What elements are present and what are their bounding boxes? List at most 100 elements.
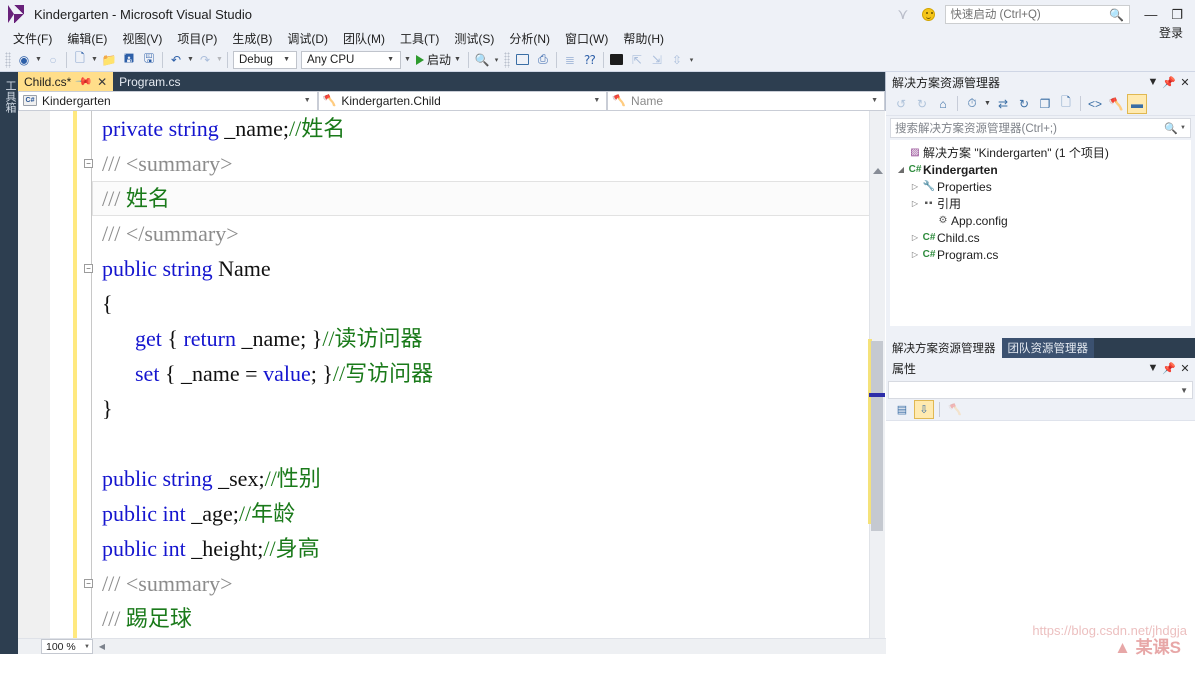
dock-tab-team-explorer[interactable]: 团队资源管理器 [1001, 338, 1094, 358]
tab-program-cs[interactable]: Program.cs [113, 72, 187, 91]
expander-icon[interactable]: ▷ [909, 250, 921, 259]
solution-tree[interactable]: ▨ 解决方案 "Kindergarten" (1 个项目) ◢ C# Kindergar… [890, 140, 1191, 326]
solution-platform-select[interactable]: Any CPU ▼ [301, 50, 401, 69]
step-into-icon[interactable] [513, 50, 533, 70]
solution-explorer-search-input[interactable]: 搜索解决方案资源管理器(Ctrl+;) 🔍 ▼ [890, 118, 1191, 138]
toolbox-strip[interactable]: 工具箱 [0, 72, 18, 654]
menu-item-window[interactable]: 窗口(W) [558, 28, 615, 49]
navbar-type-select[interactable]: 🪓 Kindergarten.Child ▼ [317, 90, 608, 111]
new-project-icon[interactable]: 🗋 [70, 50, 90, 70]
menu-item-project[interactable]: 项目(P) [170, 28, 224, 49]
tab-child-cs[interactable]: Child.cs* 📌 ✕ [18, 72, 114, 91]
sign-in-link[interactable]: 登录 [1159, 24, 1183, 41]
step-over-icon[interactable]: ⎙ [533, 50, 553, 70]
prev-bookmark-icon[interactable]: ⇱ [627, 50, 647, 70]
menu-item-file[interactable]: 文件(F) [6, 28, 59, 49]
save-icon[interactable]: 🖪 [119, 50, 139, 70]
fold-toggle-icon[interactable]: − [84, 579, 93, 588]
menu-item-build[interactable]: 生成(B) [225, 28, 279, 49]
scroll-up-icon[interactable] [873, 168, 883, 174]
overflow-icon[interactable]: ▾ [492, 50, 501, 70]
tree-item[interactable]: ▷ 🔧 Properties [891, 178, 1190, 195]
chevron-down-icon[interactable]: ▼ [1180, 125, 1186, 131]
indent-icon[interactable]: ≣ [560, 50, 580, 70]
categorized-view-icon[interactable]: ▤ [892, 400, 912, 419]
quick-launch-input[interactable]: 快速启动 (Ctrl+Q) 🔍 [945, 4, 1131, 24]
solution-configuration-select[interactable]: Debug ▼ [233, 50, 297, 69]
preview-selected-items-icon[interactable]: ▬ [1127, 93, 1147, 114]
tree-item[interactable]: ▨ 解决方案 "Kindergarten" (1 个项目) [891, 144, 1190, 161]
zoom-level-select[interactable]: 100 % ▼ [41, 639, 93, 654]
expander-icon[interactable]: ▷ [909, 233, 921, 242]
comment-icon[interactable]: ⁇ [580, 50, 600, 70]
toolbar-grip-2[interactable] [503, 51, 510, 68]
redo-dropdown-icon[interactable]: ▼ [215, 50, 224, 70]
panel-menu-icon[interactable]: ▼ [1145, 360, 1161, 376]
properties-page-icon[interactable]: 🪓 [945, 400, 965, 419]
chevron-down-icon[interactable]: ▼ [983, 94, 992, 114]
code-editor-surface[interactable]: − − − private string _name;//姓名/// <summ… [18, 111, 886, 638]
navigate-back-icon[interactable]: ◉ [14, 50, 34, 70]
tree-item[interactable]: ▷ C# Child.cs [891, 229, 1190, 246]
fold-toggle-icon[interactable]: − [84, 264, 93, 273]
expander-icon[interactable]: ▷ [909, 199, 921, 208]
attach-process-icon[interactable]: 🔍 [472, 50, 492, 70]
menu-item-test[interactable]: 测试(S) [447, 28, 501, 49]
sync-with-active-doc-icon[interactable]: ⇄ [993, 94, 1013, 114]
bookmark-icon[interactable] [607, 50, 627, 70]
forward-icon[interactable]: ↻ [912, 94, 932, 114]
undo-dropdown-icon[interactable]: ▼ [186, 50, 195, 70]
code-text[interactable]: private string _name;//姓名/// <summary>//… [102, 111, 862, 636]
navigate-back-dropdown-icon[interactable]: ▼ [34, 50, 43, 70]
tree-item[interactable]: ⚙ App.config [891, 212, 1190, 229]
expander-icon[interactable]: ◢ [895, 165, 907, 174]
properties-object-select[interactable]: ▼ [888, 381, 1193, 399]
save-all-icon[interactable]: 🖫 [139, 50, 159, 70]
menu-item-help[interactable]: 帮助(H) [616, 28, 671, 49]
scroll-left-icon[interactable]: ◀ [96, 642, 108, 651]
menu-item-team[interactable]: 团队(M) [336, 28, 392, 49]
start-debug-button[interactable]: 启动 ▼ [412, 51, 465, 68]
minimize-button[interactable]: — [1144, 8, 1157, 21]
restore-button[interactable]: ❐ [1171, 8, 1183, 21]
undo-icon[interactable]: ↶ [166, 50, 186, 70]
pending-changes-icon[interactable]: ⏱ [962, 94, 982, 114]
alphabetical-view-icon[interactable]: ⇩ [914, 400, 934, 419]
fold-toggle-icon[interactable]: − [84, 159, 93, 168]
new-project-dropdown-icon[interactable]: ▼ [90, 50, 99, 70]
horizontal-scrollbar-track[interactable] [108, 640, 886, 653]
close-icon[interactable]: ✕ [97, 75, 107, 89]
toolbar-extra-dropdown-icon[interactable]: ▼ [403, 50, 412, 70]
menu-item-edit[interactable]: 编辑(E) [60, 28, 114, 49]
pin-icon[interactable]: 📌 [75, 72, 94, 91]
tree-item[interactable]: ▷ C# Program.cs [891, 246, 1190, 263]
vertical-scrollbar-thumb[interactable] [871, 341, 883, 531]
collapse-all-icon[interactable]: ❐ [1035, 94, 1055, 114]
tree-item[interactable]: ▷ ▪▪ 引用 [891, 195, 1190, 212]
show-all-files-icon[interactable]: 🗋 [1056, 94, 1076, 114]
refresh-icon[interactable]: ↻ [1014, 94, 1034, 114]
navbar-project-select[interactable]: C# Kindergarten ▼ [18, 90, 318, 111]
navigate-forward-icon[interactable]: ○ [43, 50, 63, 70]
dock-tab-solution-explorer[interactable]: 解决方案资源管理器 [886, 338, 1002, 358]
tree-item[interactable]: ◢ C# Kindergarten [891, 161, 1190, 178]
navbar-member-select[interactable]: 🪓 Name ▼ [607, 90, 886, 111]
editor-vertical-scrollbar[interactable] [868, 111, 885, 638]
toolbar-overflow-icon[interactable]: ▾ [687, 50, 696, 70]
panel-menu-icon[interactable]: ▼ [1145, 74, 1161, 90]
toolbar-grip[interactable] [5, 51, 11, 68]
expander-icon[interactable]: ▷ [909, 182, 921, 191]
pin-icon[interactable]: 📌 [1161, 74, 1177, 90]
editor-horizontal-scrollbar[interactable]: ◀ [96, 639, 886, 654]
pin-icon[interactable]: 📌 [1161, 360, 1177, 376]
properties-icon[interactable]: 🪓 [1106, 94, 1126, 114]
menu-item-analyze[interactable]: 分析(N) [502, 28, 557, 49]
menu-item-view[interactable]: 视图(V) [115, 28, 169, 49]
back-icon[interactable]: ↺ [891, 94, 911, 114]
feedback-smiley-icon[interactable] [922, 7, 936, 21]
next-bookmark-icon[interactable]: ⇲ [647, 50, 667, 70]
code-view-icon[interactable]: <> [1085, 94, 1105, 114]
menu-item-tools[interactable]: 工具(T) [393, 28, 446, 49]
home-icon[interactable]: ⌂ [933, 94, 953, 114]
menu-item-debug[interactable]: 调试(D) [280, 28, 335, 49]
